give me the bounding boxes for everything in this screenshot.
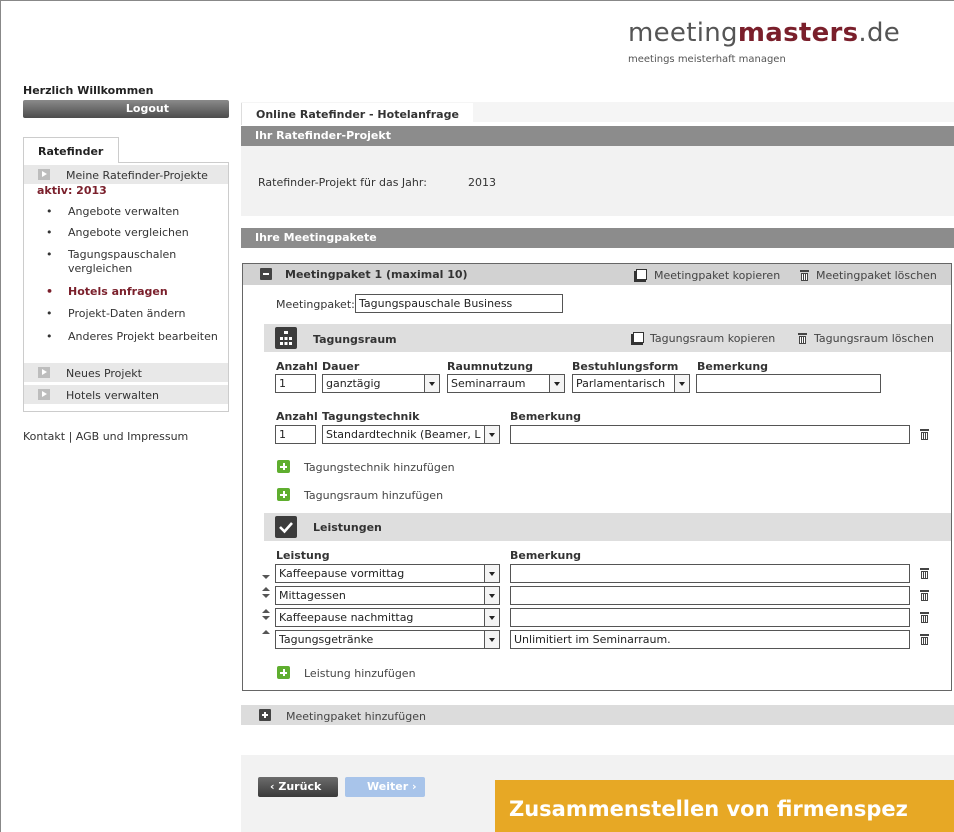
trash-icon[interactable]: [920, 590, 929, 601]
add-tagungstechnik-link[interactable]: Tagungstechnik hinzufügen: [304, 461, 455, 474]
col-anzahl: Anzahl: [276, 360, 318, 373]
sidebar-item-label: Hotels verwalten: [66, 389, 160, 402]
sidebar-item-new-project[interactable]: Neues Projekt: [24, 363, 228, 383]
raum-bemerkung-input[interactable]: [696, 374, 881, 393]
brand-tagline: meetings meisterhaft managen: [628, 54, 786, 65]
add-leistung-link[interactable]: Leistung hinzufügen: [304, 667, 416, 680]
chevron-down-icon: [484, 565, 499, 582]
col-tagungstechnik: Tagungstechnik: [322, 410, 420, 423]
next-button[interactable]: Weiter ›: [345, 777, 425, 797]
logout-button[interactable]: Logout: [23, 100, 229, 118]
copy-icon: [631, 332, 644, 345]
bestuhlung-select[interactable]: Parlamentarisch: [572, 374, 690, 393]
plus-icon: [277, 488, 290, 501]
meetingpaket-title: Meetingpaket 1 (maximal 10): [285, 268, 468, 281]
plus-icon: [277, 460, 290, 473]
leistung-bemerkung-input[interactable]: [510, 586, 910, 605]
packages-section-bar: Ihre Meetingpakete: [241, 228, 954, 248]
meetingpaket-delete-button[interactable]: Meetingpaket löschen: [816, 269, 937, 282]
logo-bold: masters: [737, 18, 859, 48]
col-tech-bemerkung: Bemerkung: [510, 410, 582, 423]
chevron-down-icon: [484, 587, 499, 604]
meetingpaket-name-label: Meetingpaket:: [276, 298, 355, 311]
col-leistung-bemerkung: Bemerkung: [510, 549, 582, 562]
arrow-right-icon: [38, 389, 50, 400]
tagungstechnik-select[interactable]: Standardtechnik (Beamer, L: [322, 425, 500, 444]
project-section-bar: Ihr Ratefinder-Projekt: [241, 126, 954, 146]
plus-icon: [277, 666, 290, 679]
logo-suffix: .de: [858, 18, 901, 48]
meetingpaket-name-input[interactable]: Tagungspauschale Business: [355, 294, 563, 313]
tech-bemerkung-input[interactable]: [510, 425, 910, 444]
trash-icon: [800, 270, 809, 281]
tab-ratefinder[interactable]: Ratefinder: [23, 137, 119, 163]
leistung-bemerkung-input[interactable]: [510, 608, 910, 627]
plus-icon: [259, 709, 271, 721]
back-button[interactable]: ‹ Zurück: [258, 777, 338, 797]
trash-icon[interactable]: [920, 568, 929, 579]
leistung-select[interactable]: Kaffeepause vormittag: [275, 564, 500, 583]
chevron-down-icon: [674, 375, 689, 392]
leistung-select[interactable]: Tagungsgetränke: [275, 630, 500, 649]
meetingpaket-copy-button[interactable]: Meetingpaket kopieren: [654, 269, 780, 282]
active-project-label: aktiv: 2013: [37, 184, 107, 197]
project-year-value: 2013: [468, 176, 496, 189]
caption-banner: Zusammenstellen von firmenspez: [495, 780, 954, 832]
col-dauer: Dauer: [322, 360, 360, 373]
col-bemerkung: Bemerkung: [697, 360, 769, 373]
chevron-down-icon: [424, 375, 439, 392]
leistung-select[interactable]: Kaffeepause nachmittag: [275, 608, 500, 627]
room-grid-icon: [275, 327, 297, 349]
welcome-text: Herzlich Willkommen: [23, 84, 154, 97]
tab-hotelanfrage[interactable]: Online Ratefinder - Hotelanfrage: [241, 103, 473, 125]
sort-up-icon[interactable]: [262, 629, 270, 643]
sidebar-item-label: Meine Ratefinder-Projekte: [66, 169, 208, 182]
banner-text: Zusammenstellen von firmenspez: [509, 797, 908, 821]
raum-anzahl-input[interactable]: 1: [275, 374, 316, 393]
col-leistung: Leistung: [276, 549, 330, 562]
chevron-down-icon: [484, 609, 499, 626]
project-year-label: Ratefinder-Projekt für das Jahr:: [258, 176, 427, 189]
brand-logo: meetingmasters.de: [628, 18, 900, 48]
chevron-right-icon: ›: [408, 780, 417, 793]
col-raumnutzung: Raumnutzung: [447, 360, 534, 373]
chevron-down-icon: [549, 375, 564, 392]
raumnutzung-select[interactable]: Seminarraum: [447, 374, 565, 393]
sidebar-item-projects[interactable]: Meine Ratefinder-Projekte: [24, 165, 228, 185]
add-meetingpaket-label[interactable]: Meetingpaket hinzufügen: [286, 710, 426, 723]
tagungsraum-delete-button[interactable]: Tagungsraum löschen: [814, 332, 934, 345]
footer-links[interactable]: Kontakt | AGB und Impressum: [23, 430, 188, 443]
add-tagungsraum-link[interactable]: Tagungsraum hinzufügen: [304, 489, 443, 502]
tagungsraum-copy-button[interactable]: Tagungsraum kopieren: [650, 332, 775, 345]
arrow-right-icon: [38, 367, 50, 378]
collapse-icon[interactable]: [260, 268, 272, 280]
sidebar-item-label: Neues Projekt: [66, 367, 142, 380]
leistung-bemerkung-input[interactable]: [510, 564, 910, 583]
checkmark-icon: [275, 516, 297, 538]
trash-icon[interactable]: [920, 612, 929, 623]
trash-icon: [798, 333, 807, 344]
leistungen-title: Leistungen: [313, 521, 382, 534]
trash-icon[interactable]: [920, 429, 929, 440]
chevron-down-icon: [484, 426, 499, 443]
tagungsraum-title: Tagungsraum: [313, 333, 397, 346]
arrow-right-icon: [38, 169, 50, 180]
leistung-bemerkung-input[interactable]: Unlimitiert im Seminarraum.: [510, 630, 910, 649]
tech-anzahl-input[interactable]: 1: [275, 425, 316, 444]
trash-icon[interactable]: [920, 634, 929, 645]
sidebar-item-hotels[interactable]: Hotels verwalten: [24, 385, 228, 405]
col-tech-anzahl: Anzahl: [276, 410, 318, 423]
sort-updown-icon[interactable]: [262, 608, 270, 622]
dauer-select[interactable]: ganztägig: [322, 374, 440, 393]
logo-regular: meeting: [628, 18, 738, 48]
sort-updown-icon[interactable]: [262, 586, 270, 600]
copy-icon: [634, 269, 647, 282]
col-bestuhlung: Bestuhlungsform: [572, 360, 679, 373]
sort-down-icon[interactable]: [262, 567, 270, 581]
chevron-down-icon: [484, 631, 499, 648]
leistung-select[interactable]: Mittagessen: [275, 586, 500, 605]
